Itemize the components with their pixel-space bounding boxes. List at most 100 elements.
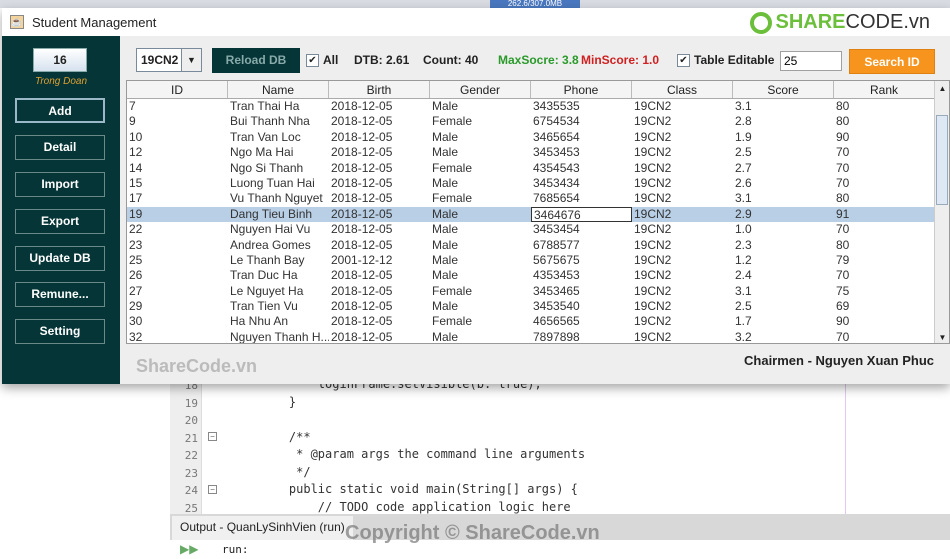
cell-class[interactable]: 19CN2 bbox=[632, 145, 733, 160]
cell-birth[interactable]: 2018-12-05 bbox=[329, 207, 430, 222]
scroll-up-icon[interactable]: ▲ bbox=[935, 81, 949, 96]
cell-phone[interactable]: 5675675 bbox=[531, 253, 632, 268]
cell-gender[interactable]: Female bbox=[430, 161, 531, 176]
cell-rank[interactable]: 80 bbox=[834, 238, 935, 253]
table-row[interactable]: 27 Le Nguyet Ha 2018-12-05 Female 3453465 19C… bbox=[127, 284, 949, 299]
cell-phone[interactable]: 4656565 bbox=[531, 314, 632, 329]
cell-name[interactable]: Ngo Ma Hai bbox=[228, 145, 329, 160]
table-row[interactable]: 23 Andrea Gomes 2018-12-05 Male 6788577 19CN2… bbox=[127, 238, 949, 253]
cell-rank[interactable]: 80 bbox=[834, 99, 935, 114]
cell-name[interactable]: Dang Tieu Binh bbox=[228, 207, 329, 222]
table-row[interactable]: 15 Luong Tuan Hai 2018-12-05 Male 3453434 19C… bbox=[127, 176, 949, 191]
cell-gender[interactable]: Male bbox=[430, 145, 531, 160]
cell-name[interactable]: Tran Thai Ha bbox=[228, 99, 329, 114]
cell-name[interactable]: Nguyen Thanh H... bbox=[228, 330, 329, 343]
class-select[interactable]: 19CN2 ▼ bbox=[136, 48, 202, 72]
cell-rank[interactable]: 90 bbox=[834, 314, 935, 329]
cell-class[interactable]: 19CN2 bbox=[632, 253, 733, 268]
cell-name[interactable]: Andrea Gomes bbox=[228, 238, 329, 253]
update-db-button[interactable]: Update DB bbox=[15, 246, 105, 271]
cell-gender[interactable]: Male bbox=[430, 222, 531, 237]
table-row[interactable]: 19 Dang Tieu Binh 2018-12-05 Male 3464676 19C… bbox=[127, 206, 949, 223]
table-row[interactable]: 12 Ngo Ma Hai 2018-12-05 Male 3453453 19CN2 2.… bbox=[127, 145, 949, 160]
cell-score[interactable]: 2.9 bbox=[733, 207, 834, 222]
cell-score[interactable]: 1.9 bbox=[733, 130, 834, 145]
import-button[interactable]: Import bbox=[15, 172, 105, 197]
cell-gender[interactable]: Male bbox=[430, 207, 531, 222]
run-icon[interactable]: ▶▶ bbox=[180, 542, 198, 556]
cell-class[interactable]: 19CN2 bbox=[632, 222, 733, 237]
cell-birth[interactable]: 2018-12-05 bbox=[329, 314, 430, 329]
cell-gender[interactable]: Male bbox=[430, 299, 531, 314]
cell-phone[interactable]: 7897898 bbox=[531, 330, 632, 343]
cell-birth[interactable]: 2018-12-05 bbox=[329, 145, 430, 160]
cell-gender[interactable]: Male bbox=[430, 253, 531, 268]
cell-score[interactable]: 3.1 bbox=[733, 99, 834, 114]
cell-rank[interactable]: 70 bbox=[834, 222, 935, 237]
detail-button[interactable]: Detail bbox=[15, 135, 105, 160]
cell-birth[interactable]: 2018-12-05 bbox=[329, 284, 430, 299]
cell-gender[interactable]: Male bbox=[430, 330, 531, 343]
cell-rank[interactable]: 91 bbox=[834, 207, 935, 222]
cell-phone[interactable]: 7685654 bbox=[531, 191, 632, 206]
cell-phone[interactable]: 4354543 bbox=[531, 161, 632, 176]
all-checkbox[interactable]: ✔ bbox=[306, 54, 319, 67]
cell-score[interactable]: 2.4 bbox=[733, 268, 834, 283]
cell-score[interactable]: 1.7 bbox=[733, 314, 834, 329]
cell-phone[interactable]: 3453465 bbox=[531, 284, 632, 299]
table-row[interactable]: 26 Tran Duc Ha 2018-12-05 Male 4353453 19CN2 2… bbox=[127, 268, 949, 283]
cell-phone[interactable]: 6754534 bbox=[531, 114, 632, 129]
cell-birth[interactable]: 2018-12-05 bbox=[329, 330, 430, 343]
cell-class[interactable]: 19CN2 bbox=[632, 130, 733, 145]
cell-id[interactable]: 26 bbox=[127, 268, 228, 283]
table-row[interactable]: 17 Vu Thanh Nguyet 2018-12-05 Female 7685654… bbox=[127, 191, 949, 206]
code-line[interactable]: public static void main(String[] args) { bbox=[260, 482, 578, 496]
table-row[interactable]: 9 Bui Thanh Nha 2018-12-05 Female 6754534 19C… bbox=[127, 114, 949, 129]
cell-rank[interactable]: 80 bbox=[834, 191, 935, 206]
cell-id[interactable]: 19 bbox=[127, 207, 228, 222]
cell-name[interactable]: Tran Duc Ha bbox=[228, 268, 329, 283]
column-header-name[interactable]: Name bbox=[228, 81, 329, 98]
column-header-gender[interactable]: Gender bbox=[430, 81, 531, 98]
cell-rank[interactable]: 69 bbox=[834, 299, 935, 314]
cell-name[interactable]: Tran Tien Vu bbox=[228, 299, 329, 314]
cell-rank[interactable]: 70 bbox=[834, 145, 935, 160]
cell-id[interactable]: 30 bbox=[127, 314, 228, 329]
table-row[interactable]: 32 Nguyen Thanh H... 2018-12-05 Male 7897898… bbox=[127, 330, 949, 343]
cell-id[interactable]: 10 bbox=[127, 130, 228, 145]
column-header-id[interactable]: ID bbox=[127, 81, 228, 98]
add-button[interactable]: Add bbox=[15, 98, 105, 123]
student-table[interactable]: ID Name Birth Gender Phone Class Score Rank 7 Tr… bbox=[126, 80, 950, 344]
cell-phone[interactable]: 3453454 bbox=[531, 222, 632, 237]
cell-birth[interactable]: 2018-12-05 bbox=[329, 161, 430, 176]
cell-class[interactable]: 19CN2 bbox=[632, 191, 733, 206]
cell-phone[interactable]: 4353453 bbox=[531, 268, 632, 283]
cell-class[interactable]: 19CN2 bbox=[632, 330, 733, 343]
cell-class[interactable]: 19CN2 bbox=[632, 238, 733, 253]
cell-gender[interactable]: Female bbox=[430, 284, 531, 299]
cell-score[interactable]: 2.7 bbox=[733, 161, 834, 176]
setting-button[interactable]: Setting bbox=[15, 319, 105, 344]
cell-id[interactable]: 32 bbox=[127, 330, 228, 343]
table-editable-checkbox[interactable]: ✔ bbox=[677, 54, 690, 67]
cell-birth[interactable]: 2018-12-05 bbox=[329, 99, 430, 114]
cell-id[interactable]: 15 bbox=[127, 176, 228, 191]
cell-gender[interactable]: Female bbox=[430, 114, 531, 129]
cell-phone[interactable]: 3453540 bbox=[531, 299, 632, 314]
cell-rank[interactable]: 70 bbox=[834, 161, 935, 176]
code-line[interactable]: // TODO code application logic here bbox=[260, 500, 571, 514]
cell-phone[interactable]: 6788577 bbox=[531, 238, 632, 253]
cell-score[interactable]: 2.5 bbox=[733, 299, 834, 314]
cell-name[interactable]: Vu Thanh Nguyet bbox=[228, 191, 329, 206]
memory-indicator[interactable]: 262.6/307.0MB bbox=[490, 0, 580, 8]
cell-rank[interactable]: 75 bbox=[834, 284, 935, 299]
export-button[interactable]: Export bbox=[15, 209, 105, 234]
scroll-thumb[interactable] bbox=[936, 115, 948, 205]
cell-id[interactable]: 23 bbox=[127, 238, 228, 253]
cell-birth[interactable]: 2018-12-05 bbox=[329, 222, 430, 237]
remune-button[interactable]: Remune... bbox=[15, 282, 105, 307]
cell-id[interactable]: 27 bbox=[127, 284, 228, 299]
cell-birth[interactable]: 2018-12-05 bbox=[329, 238, 430, 253]
code-editor[interactable]: 18 loginFrame.setVisible(b: true); 19 } 20… bbox=[170, 377, 950, 515]
cell-gender[interactable]: Male bbox=[430, 130, 531, 145]
